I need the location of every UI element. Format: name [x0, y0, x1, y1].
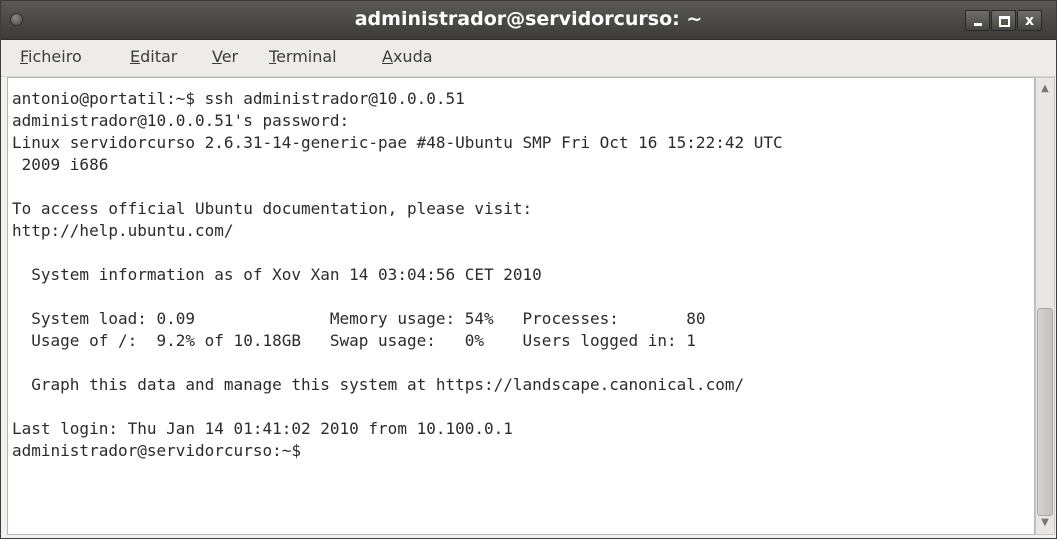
minimize-icon [974, 23, 982, 26]
vertical-scrollbar[interactable]: ▲ ▼ [1035, 77, 1055, 535]
chevron-down-icon[interactable]: ▼ [1036, 514, 1054, 532]
menu-ficheiro[interactable]: Ficheiro [20, 40, 82, 76]
maximize-button[interactable] [991, 10, 1016, 31]
terminal-area[interactable]: antonio@portatil:~$ ssh administrador@10… [7, 77, 1035, 535]
terminal-line: System information as of Xov Xan 14 03:0… [12, 265, 542, 284]
menu-label: erminal [276, 47, 337, 66]
terminal-line: 2009 i686 [12, 155, 109, 174]
terminal-line: Linux servidorcurso 2.6.31-14-generic-pa… [12, 133, 783, 152]
terminal-line: Usage of /: 9.2% of 10.18GB Swap usage: … [12, 331, 696, 350]
terminal-line: http://help.ubuntu.com/ [12, 221, 234, 240]
terminal-line: administrador@10.0.0.51's password: [12, 111, 350, 130]
terminal-line: antonio@portatil:~$ ssh administrador@10… [12, 89, 465, 108]
menu-accel: T [269, 47, 277, 66]
terminal-prompt: administrador@servidorcurso:~$ [12, 441, 301, 460]
terminal-window: administrador@servidorcurso: ~ x Ficheir… [0, 0, 1057, 539]
terminal-line: System load: 0.09 Memory usage: 54% Proc… [12, 309, 706, 328]
menu-label: er [221, 47, 239, 66]
menu-bar: Ficheiro Editar Ver Terminal Axuda [1, 40, 1056, 77]
title-bar[interactable]: administrador@servidorcurso: ~ x [1, 1, 1056, 40]
menu-terminal[interactable]: Terminal [269, 40, 337, 76]
terminal-output[interactable]: antonio@portatil:~$ ssh administrador@10… [12, 88, 783, 462]
terminal-line: Graph this data and manage this system a… [12, 375, 745, 394]
menu-label: xuda [392, 47, 433, 66]
menu-editar[interactable]: Editar [130, 40, 177, 76]
menu-accel: F [20, 47, 29, 66]
menu-axuda[interactable]: Axuda [382, 40, 433, 76]
menu-label: icheiro [28, 47, 82, 66]
window-title: administrador@servidorcurso: ~ [354, 8, 703, 30]
menu-label: ditar [140, 47, 178, 66]
minimize-button[interactable] [965, 10, 990, 31]
close-button[interactable]: x [1017, 10, 1042, 31]
chevron-up-icon[interactable]: ▲ [1036, 80, 1054, 98]
menu-accel: V [212, 47, 222, 66]
menu-accel: E [130, 47, 141, 66]
scroll-thumb[interactable] [1037, 308, 1053, 516]
menu-ver[interactable]: Ver [212, 40, 238, 76]
terminal-line: Last login: Thu Jan 14 01:41:02 2010 fro… [12, 419, 513, 438]
menu-accel: A [382, 47, 393, 66]
close-icon: x [1024, 13, 1035, 29]
maximize-icon [999, 16, 1010, 27]
terminal-line: To access official Ubuntu documentation,… [12, 199, 533, 218]
